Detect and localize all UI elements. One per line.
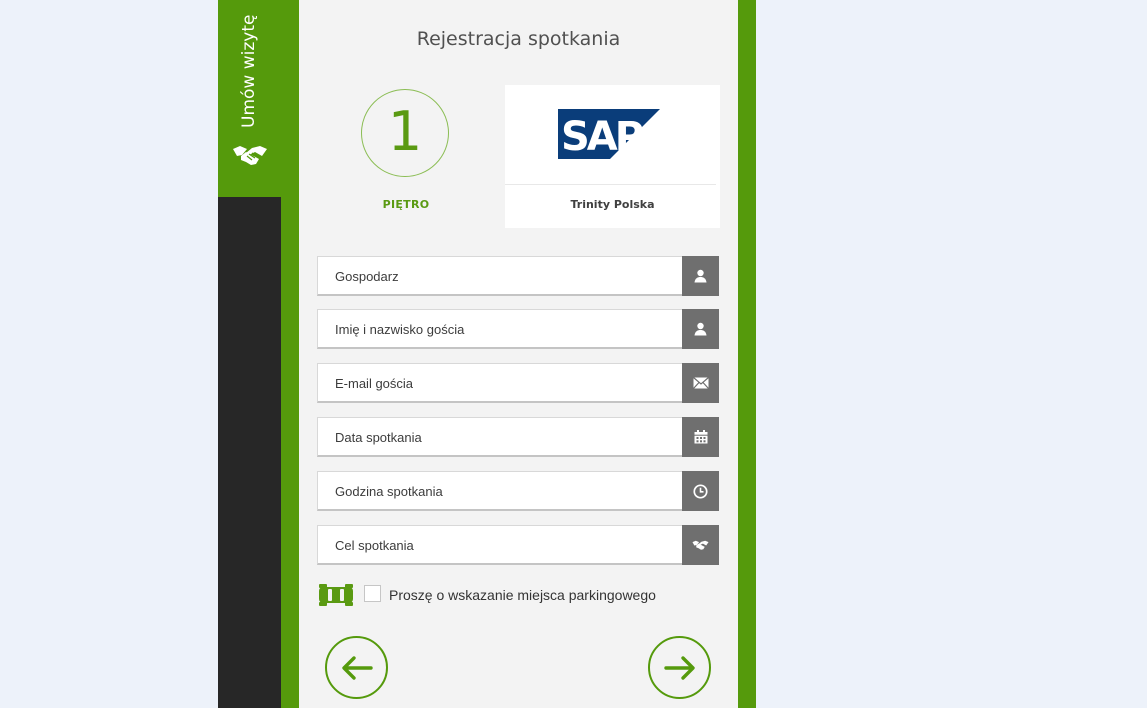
meeting-date-field-icon-box[interactable] <box>682 417 719 457</box>
company-card-divider <box>505 184 716 185</box>
meeting-time-input[interactable] <box>318 472 683 510</box>
user-icon <box>694 322 707 336</box>
meeting-purpose-field[interactable] <box>317 525 719 565</box>
arrow-right-icon <box>663 655 695 680</box>
handshake-icon <box>233 146 267 165</box>
guest-email-field-icon-box[interactable] <box>682 363 719 403</box>
guest-email-input[interactable] <box>318 364 683 402</box>
car-icon <box>319 584 353 606</box>
parking-checkbox[interactable] <box>364 585 381 602</box>
sidebar-dark-strip <box>218 197 281 708</box>
user-icon <box>694 269 707 283</box>
sap-logo-text: SAP <box>561 114 643 159</box>
meeting-time-field[interactable] <box>317 471 719 511</box>
meeting-purpose-input[interactable] <box>318 526 683 564</box>
back-button[interactable] <box>325 636 388 699</box>
meeting-time-field-icon-box[interactable] <box>682 471 719 511</box>
host-field[interactable] <box>317 256 719 296</box>
guest-email-field[interactable] <box>317 363 719 403</box>
parking-checkbox-label[interactable]: Proszę o wskazanie miejsca parkingowego <box>389 587 656 603</box>
guest-name-field-icon-box[interactable] <box>682 309 719 349</box>
guest-name-input[interactable] <box>318 310 683 348</box>
floor-label: PIĘTRO <box>382 198 430 211</box>
meeting-date-input[interactable] <box>318 418 683 456</box>
meeting-date-field[interactable] <box>317 417 719 457</box>
envelope-icon <box>692 377 709 389</box>
floor-number: 1 <box>361 89 449 177</box>
calendar-icon <box>694 430 707 444</box>
meeting-purpose-field-icon-box[interactable] <box>682 525 719 565</box>
clock-icon <box>693 483 708 499</box>
sap-logo: SAP <box>558 109 660 159</box>
guest-name-field[interactable] <box>317 309 719 349</box>
host-input[interactable] <box>318 257 683 295</box>
page-title: Rejestracja spotkania <box>416 28 621 50</box>
arrow-left-icon <box>341 655 373 680</box>
next-button[interactable] <box>648 636 711 699</box>
schedule-visit-tab-label[interactable]: Umów wizytę <box>232 0 266 128</box>
handshake-icon <box>692 540 709 550</box>
company-name: Trinity Polska <box>570 198 655 211</box>
host-field-icon-box[interactable] <box>682 256 719 296</box>
